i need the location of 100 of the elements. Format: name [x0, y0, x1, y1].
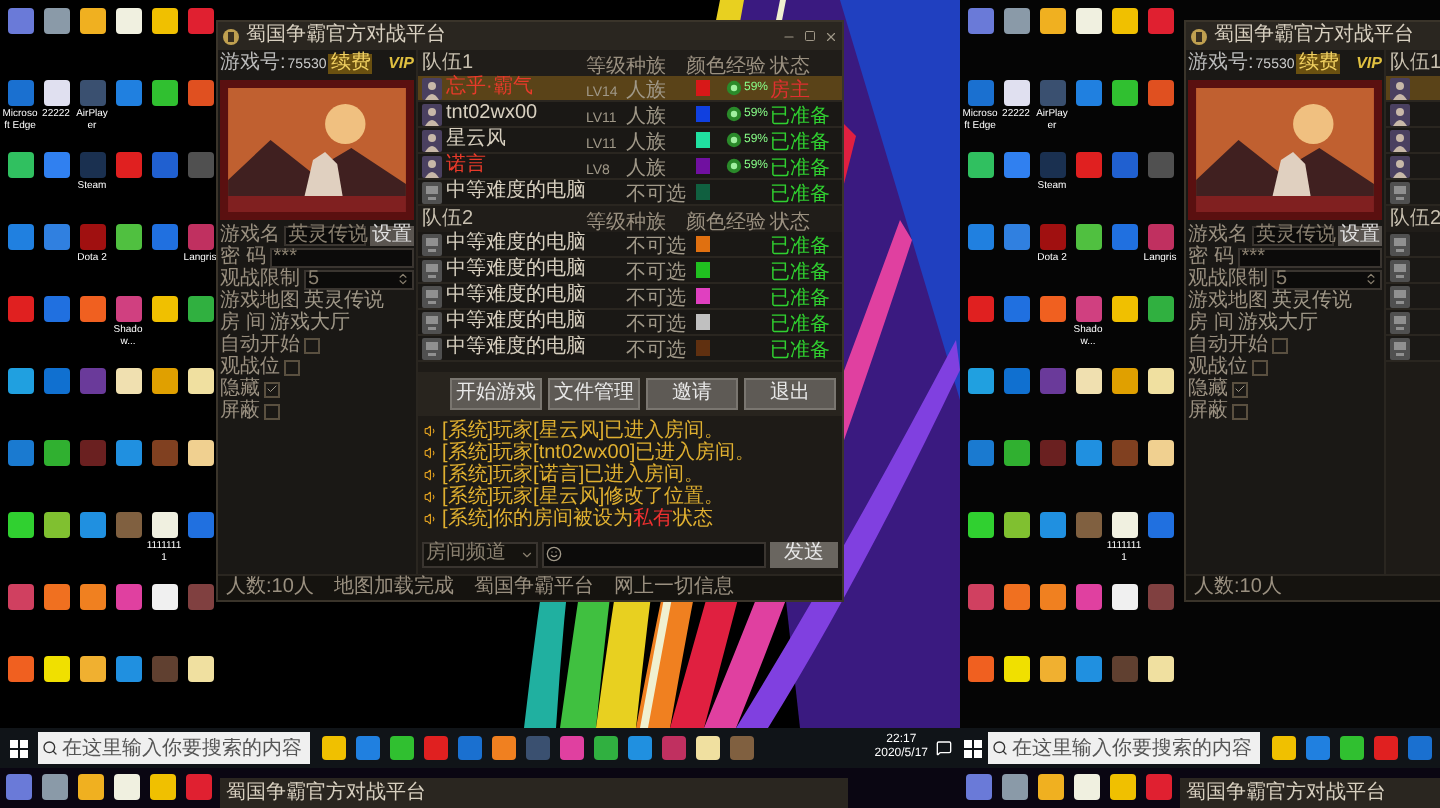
app-icon[interactable] [967, 368, 993, 394]
player-row[interactable]: 中等难度的电脑 不可选 已准备 [418, 284, 842, 310]
app-icon[interactable] [151, 80, 177, 106]
app-icon[interactable] [79, 296, 105, 322]
notification-icon[interactable] [936, 740, 952, 756]
input-field[interactable]: 英灵传说 [1252, 225, 1334, 245]
action-button[interactable]: 退出 [744, 378, 836, 410]
app-icon[interactable] [187, 368, 213, 394]
number-field[interactable]: 5 [304, 269, 414, 289]
action-button[interactable]: 邀请 [646, 378, 738, 410]
input-field[interactable]: *** [1237, 247, 1382, 267]
app-icon[interactable] [1075, 656, 1101, 682]
close-icon[interactable] [824, 29, 838, 43]
action-button[interactable]: 文件管理 [548, 378, 640, 410]
send-button[interactable]: 发送 [770, 541, 838, 567]
color-swatch[interactable] [696, 340, 710, 356]
color-swatch[interactable] [696, 158, 710, 174]
app-icon[interactable] [967, 152, 993, 178]
player-row[interactable]: 中等难度的电脑 不可选 已准备 [418, 232, 842, 258]
app-icon[interactable] [187, 440, 213, 466]
app-icon[interactable] [7, 368, 33, 394]
app-icon[interactable] [1039, 584, 1065, 610]
player-row[interactable]: 中等难度的电脑 不可选 已准备 [418, 310, 842, 336]
channel-dropdown[interactable]: 房间频道 [422, 541, 538, 567]
app-icon[interactable] [7, 656, 33, 682]
message-field[interactable] [542, 541, 766, 567]
app-icon[interactable] [115, 8, 141, 34]
app-icon[interactable] [1073, 774, 1099, 800]
app-icon[interactable] [967, 656, 993, 682]
checkbox[interactable] [1232, 381, 1248, 397]
app-icon[interactable] [113, 774, 139, 800]
app-icon[interactable] [79, 512, 105, 538]
player-row[interactable]: 中等难度的电脑 不可选 已准备 [418, 258, 842, 284]
app-icon[interactable] [79, 656, 105, 682]
color-swatch[interactable] [696, 236, 710, 252]
checkbox[interactable] [264, 403, 280, 419]
checkbox[interactable] [1232, 403, 1248, 419]
app-icon[interactable] [79, 584, 105, 610]
app-icon[interactable] [151, 296, 177, 322]
app-icon[interactable] [1109, 774, 1135, 800]
app-icon[interactable] [7, 152, 33, 178]
app-icon[interactable] [1003, 440, 1029, 466]
app-icon[interactable] [1075, 224, 1101, 250]
app-icon[interactable] [7, 512, 33, 538]
app-icon[interactable] [1003, 656, 1029, 682]
checkbox[interactable] [1272, 337, 1288, 353]
settings-button[interactable]: 设置 [1338, 225, 1382, 245]
app-icon[interactable] [1111, 80, 1137, 106]
app-icon[interactable] [1147, 656, 1173, 682]
color-swatch[interactable] [696, 288, 710, 304]
app-icon[interactable] [187, 656, 213, 682]
app-icon[interactable] [151, 8, 177, 34]
app-icon[interactable] [187, 296, 213, 322]
start-button[interactable] [964, 734, 982, 762]
app-icon[interactable] [79, 8, 105, 34]
settings-button[interactable]: 设置 [370, 225, 414, 245]
app-icon[interactable] [1111, 584, 1137, 610]
player-row[interactable]: 中等难度的电脑 不可选 已准备 [418, 336, 842, 362]
app-icon[interactable] [1039, 8, 1065, 34]
app-icon[interactable] [1147, 296, 1173, 322]
app-icon[interactable] [43, 440, 69, 466]
app-icon[interactable] [967, 512, 993, 538]
maximize-icon[interactable] [804, 30, 816, 42]
app-icon[interactable] [115, 656, 141, 682]
renew-button[interactable]: 续费 [1296, 54, 1341, 74]
checkbox[interactable] [304, 337, 320, 353]
app-icon[interactable] [41, 774, 67, 800]
app-icon[interactable] [115, 368, 141, 394]
app-icon[interactable] [43, 80, 69, 106]
app-icon[interactable] [43, 512, 69, 538]
color-swatch[interactable] [696, 132, 710, 148]
action-button[interactable]: 开始游戏 [450, 378, 542, 410]
app-icon[interactable] [1003, 584, 1029, 610]
checkbox[interactable] [284, 359, 300, 375]
app-icon[interactable] [1039, 296, 1065, 322]
app-icon[interactable] [151, 368, 177, 394]
app-icon[interactable] [1111, 512, 1137, 538]
color-swatch[interactable] [696, 314, 710, 330]
spinner-icon[interactable] [396, 272, 410, 286]
app-icon[interactable] [1111, 8, 1137, 34]
app-icon[interactable] [1111, 296, 1137, 322]
player-row[interactable]: 中等难度的电脑 不可选 已准备 [418, 180, 842, 206]
spinner-icon[interactable] [1364, 272, 1378, 286]
app-icon[interactable] [77, 774, 103, 800]
color-swatch[interactable] [696, 184, 710, 200]
app-icon[interactable] [115, 224, 141, 250]
app-icon[interactable] [43, 8, 69, 34]
app-icon[interactable] [149, 774, 175, 800]
color-swatch[interactable] [696, 106, 710, 122]
app-icon[interactable] [1003, 80, 1029, 106]
app-icon[interactable] [151, 512, 177, 538]
app-icon[interactable] [1075, 8, 1101, 34]
color-swatch[interactable] [696, 80, 710, 96]
app-icon[interactable] [43, 656, 69, 682]
start-button[interactable] [4, 734, 32, 762]
renew-button[interactable]: 续费 [328, 54, 373, 74]
number-field[interactable]: 5 [1272, 269, 1382, 289]
input-field[interactable]: *** [269, 247, 414, 267]
app-icon[interactable] [1075, 368, 1101, 394]
app-icon[interactable] [1075, 440, 1101, 466]
